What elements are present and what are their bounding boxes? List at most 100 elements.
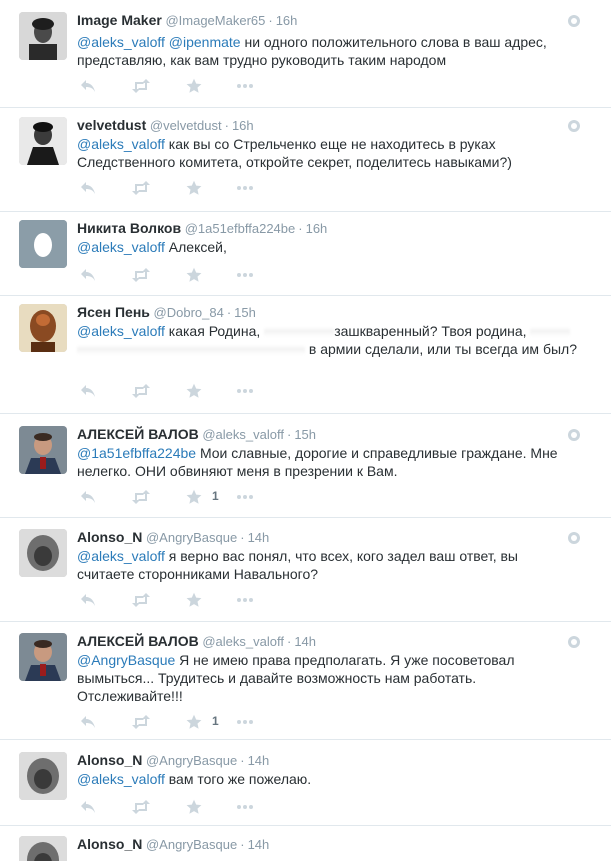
user-handle[interactable]: @1a51efbffa224be bbox=[185, 221, 296, 236]
star-icon[interactable] bbox=[186, 266, 202, 284]
tweet-item[interactable]: АЛЕКСЕЙ ВАЛОВ @aleks_valoff · 15h @1a51efb… bbox=[0, 414, 611, 518]
collapse-icon[interactable] bbox=[568, 429, 580, 441]
user-handle[interactable]: @ImageMaker65 bbox=[165, 13, 265, 28]
tweet-time[interactable]: 16h bbox=[232, 118, 254, 133]
more-icon[interactable] bbox=[236, 591, 254, 609]
mention-link[interactable]: @AngryBasque bbox=[77, 652, 175, 668]
tweet-time[interactable]: 15h bbox=[294, 427, 316, 442]
reply-icon[interactable] bbox=[80, 798, 96, 816]
retweet-icon[interactable] bbox=[131, 798, 151, 816]
favorite-count: 1 bbox=[212, 489, 219, 503]
user-handle[interactable]: @AngryBasque bbox=[146, 530, 237, 545]
more-icon[interactable] bbox=[236, 179, 254, 197]
user-name[interactable]: Alonso_N bbox=[77, 529, 142, 545]
reply-icon[interactable] bbox=[80, 488, 96, 506]
user-name[interactable]: Alonso_N bbox=[77, 836, 142, 852]
reply-icon[interactable] bbox=[80, 77, 96, 95]
mention-link[interactable]: @aleks_valoff bbox=[77, 323, 165, 339]
separator-dot: · bbox=[224, 118, 229, 133]
avatar[interactable] bbox=[19, 426, 67, 474]
mention-link[interactable]: @aleks_valoff bbox=[77, 548, 165, 564]
tweet-item[interactable]: Image Maker @ImageMaker65 · 16h @aleks_val… bbox=[0, 0, 611, 108]
reply-icon[interactable] bbox=[80, 591, 96, 609]
more-icon[interactable] bbox=[236, 77, 254, 95]
tweet-time[interactable]: 16h bbox=[306, 221, 328, 236]
tweet-time[interactable]: 16h bbox=[276, 13, 298, 28]
retweet-icon[interactable] bbox=[131, 488, 151, 506]
user-name[interactable]: Image Maker bbox=[77, 12, 162, 28]
tweet-header: Alonso_N @AngryBasque · 14h bbox=[77, 836, 269, 853]
star-icon[interactable] bbox=[186, 713, 202, 731]
user-handle[interactable]: @velvetdust bbox=[150, 118, 222, 133]
tweet-actions bbox=[77, 179, 337, 199]
star-icon[interactable] bbox=[186, 798, 202, 816]
reply-icon[interactable] bbox=[80, 713, 96, 731]
tweet-item[interactable]: АЛЕКСЕЙ ВАЛОВ @aleks_valoff · 14h @AngryBa… bbox=[0, 622, 611, 740]
tweet-time[interactable]: 14h bbox=[294, 634, 316, 649]
tweet-time[interactable]: 14h bbox=[248, 530, 270, 545]
retweet-icon[interactable] bbox=[131, 266, 151, 284]
avatar[interactable] bbox=[19, 752, 67, 800]
collapse-icon[interactable] bbox=[568, 532, 580, 544]
mention-link[interactable]: @aleks_valoff bbox=[77, 239, 165, 255]
collapse-icon[interactable] bbox=[568, 120, 580, 132]
more-icon[interactable] bbox=[236, 713, 254, 731]
retweet-icon[interactable] bbox=[131, 713, 151, 731]
user-name[interactable]: Alonso_N bbox=[77, 752, 142, 768]
avatar[interactable] bbox=[19, 117, 67, 165]
avatar[interactable] bbox=[19, 12, 67, 60]
tweet-item[interactable]: Alonso_N @AngryBasque · 14h bbox=[0, 826, 611, 861]
more-icon[interactable] bbox=[236, 798, 254, 816]
tweet-item[interactable]: velvetdust @velvetdust · 16h @aleks_valoff… bbox=[0, 108, 611, 212]
reply-icon[interactable] bbox=[80, 179, 96, 197]
tweet-text: @1a51efbffa224be Мои славные, дорогие и … bbox=[77, 444, 577, 480]
user-handle[interactable]: @aleks_valoff bbox=[202, 427, 284, 442]
tweet-time[interactable]: 14h bbox=[248, 753, 270, 768]
star-icon[interactable] bbox=[186, 77, 202, 95]
star-icon[interactable] bbox=[186, 488, 202, 506]
redaction-mark bbox=[77, 345, 305, 356]
more-icon[interactable] bbox=[236, 488, 254, 506]
mention-link[interactable]: @aleks_valoff bbox=[77, 771, 165, 787]
user-name[interactable]: АЛЕКСЕЙ ВАЛОВ bbox=[77, 426, 199, 442]
collapse-icon[interactable] bbox=[568, 636, 580, 648]
redaction-mark bbox=[530, 327, 571, 338]
tweet-item[interactable]: Никита Волков @1a51efbffa224be · 16h @alek… bbox=[0, 212, 611, 296]
user-handle[interactable]: @aleks_valoff bbox=[202, 634, 284, 649]
tweet-time[interactable]: 15h bbox=[234, 305, 256, 320]
mention-link[interactable]: @aleks_valoff @ipenmate bbox=[77, 34, 241, 50]
reply-icon[interactable] bbox=[80, 382, 96, 400]
tweet-item[interactable]: Alonso_N @AngryBasque · 14h @aleks_valoff … bbox=[0, 740, 611, 826]
retweet-icon[interactable] bbox=[131, 591, 151, 609]
more-icon[interactable] bbox=[236, 266, 254, 284]
user-handle[interactable]: @Dobro_84 bbox=[154, 305, 224, 320]
star-icon[interactable] bbox=[186, 382, 202, 400]
collapse-icon[interactable] bbox=[568, 15, 580, 27]
user-name[interactable]: velvetdust bbox=[77, 117, 146, 133]
user-name[interactable]: АЛЕКСЕЙ ВАЛОВ bbox=[77, 633, 199, 649]
user-handle[interactable]: @AngryBasque bbox=[146, 753, 237, 768]
retweet-icon[interactable] bbox=[131, 179, 151, 197]
avatar[interactable] bbox=[19, 836, 67, 861]
retweet-icon[interactable] bbox=[131, 382, 151, 400]
retweet-icon[interactable] bbox=[131, 77, 151, 95]
tweet-item[interactable]: Ясен Пень @Dobro_84 · 15h @aleks_valoff ка… bbox=[0, 296, 611, 414]
reply-icon[interactable] bbox=[80, 266, 96, 284]
tweet-time[interactable]: 14h bbox=[248, 837, 270, 852]
separator-dot: · bbox=[240, 530, 245, 545]
avatar[interactable] bbox=[19, 633, 67, 681]
separator-dot: · bbox=[286, 634, 292, 649]
mention-link[interactable]: @aleks_valoff bbox=[77, 136, 165, 152]
star-icon[interactable] bbox=[186, 179, 202, 197]
avatar[interactable] bbox=[19, 304, 67, 352]
more-icon[interactable] bbox=[236, 382, 254, 400]
user-name[interactable]: Никита Волков bbox=[77, 220, 181, 236]
user-handle[interactable]: @AngryBasque bbox=[146, 837, 237, 852]
tweet-item[interactable]: Alonso_N @AngryBasque · 14h @aleks_valoff … bbox=[0, 518, 611, 622]
mention-link[interactable]: @1a51efbffa224be bbox=[77, 445, 196, 461]
star-icon[interactable] bbox=[186, 591, 202, 609]
user-name[interactable]: Ясен Пень bbox=[77, 304, 150, 320]
tweet-text: @aleks_valoff какая Родина, зашкваренный… bbox=[77, 322, 577, 358]
avatar[interactable] bbox=[19, 220, 67, 268]
avatar[interactable] bbox=[19, 529, 67, 577]
